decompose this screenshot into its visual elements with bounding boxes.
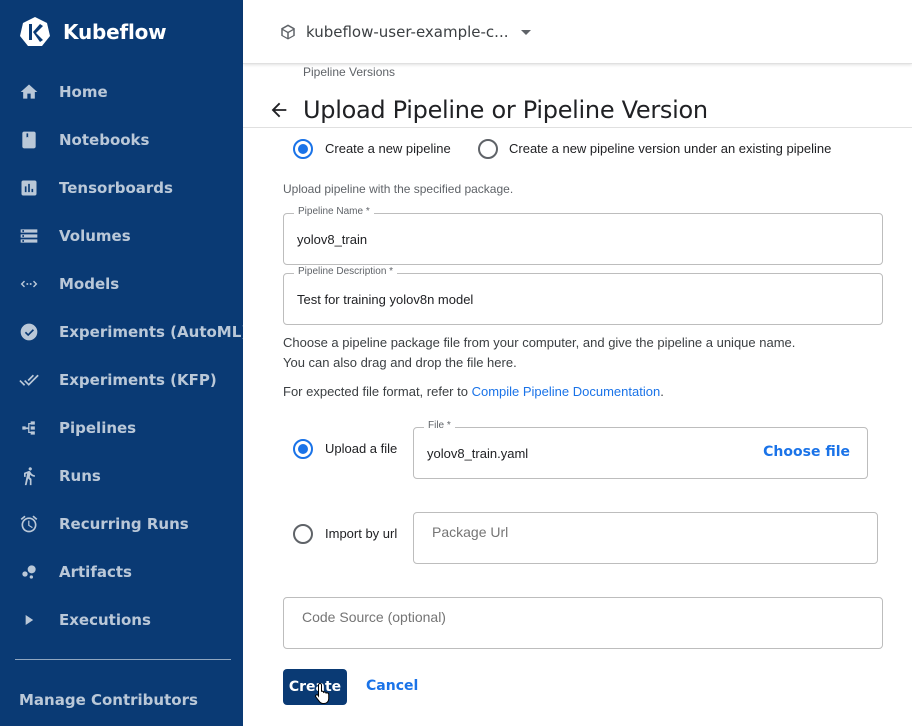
create-new-pipeline-label[interactable]: Create a new pipeline — [325, 141, 451, 156]
create-pipeline-version-label[interactable]: Create a new pipeline version under an e… — [509, 141, 831, 156]
import-by-url-radio[interactable] — [293, 524, 313, 544]
import-by-url-label[interactable]: Import by url — [325, 526, 397, 541]
play-arrow-icon — [18, 609, 40, 631]
title-divider — [243, 127, 912, 128]
package-url-placeholder: Package Url — [432, 524, 509, 540]
alarm-icon — [18, 513, 40, 535]
file-format-prefix: For expected file format, refer to — [283, 384, 472, 399]
running-icon — [18, 465, 40, 487]
file-field[interactable]: File * yolov8_train.yaml Choose file — [413, 420, 868, 479]
brand[interactable]: Kubeflow — [18, 14, 167, 50]
sidebar-item-artifacts[interactable]: Artifacts — [0, 548, 243, 596]
code-source-input[interactable]: Code Source (optional) — [283, 597, 883, 649]
sidebar-item-pipelines[interactable]: Pipelines — [0, 404, 243, 452]
instructions-line-1: Choose a pipeline package file from your… — [283, 335, 796, 350]
chevron-down-icon — [520, 29, 531, 35]
sidebar: Kubeflow Home Notebooks Tensorboards Vol… — [0, 0, 248, 726]
experiment-automl-icon — [18, 321, 40, 343]
sidebar-item-experiments-kfp[interactable]: Experiments (KFP) — [0, 356, 243, 404]
create-pipeline-version-radio[interactable] — [478, 139, 498, 159]
pipeline-description-label: Pipeline Description * — [294, 266, 398, 277]
breadcrumb[interactable]: Pipeline Versions — [303, 65, 395, 79]
sidebar-item-label: Notebooks — [59, 131, 150, 149]
sidebar-item-label: Home — [59, 83, 108, 101]
create-button[interactable]: Create — [283, 669, 347, 705]
home-icon — [18, 81, 40, 103]
sidebar-item-label: Tensorboards — [59, 179, 173, 197]
manage-contributors-link[interactable]: Manage Contributors — [19, 691, 198, 709]
arrow-back-icon — [271, 102, 287, 118]
namespace-name: kubeflow-user-example-c... — [306, 23, 509, 41]
tensorboard-icon — [18, 177, 40, 199]
cube-icon — [281, 24, 295, 40]
file-format-suffix: . — [660, 384, 664, 399]
cancel-button[interactable]: Cancel — [366, 678, 418, 694]
choose-file-button[interactable]: Choose file — [763, 444, 850, 460]
sidebar-item-label: Pipelines — [59, 419, 137, 437]
sidebar-item-tensorboards[interactable]: Tensorboards — [0, 164, 243, 212]
sidebar-item-label: Volumes — [59, 227, 131, 245]
pipeline-name-value: yolov8_train — [297, 232, 368, 247]
notebook-icon — [18, 129, 40, 151]
file-field-value: yolov8_train.yaml — [427, 446, 529, 461]
namespace-selector[interactable]: kubeflow-user-example-c... — [279, 20, 531, 44]
sidebar-item-executions[interactable]: Executions — [0, 596, 243, 644]
sidebar-item-label: Models — [59, 275, 120, 293]
page-title: Upload Pipeline or Pipeline Version — [303, 96, 708, 124]
pipeline-name-label: Pipeline Name * — [294, 206, 374, 217]
storage-icon — [18, 225, 40, 247]
pipeline-description-value: Test for training yolov8n model — [297, 292, 474, 307]
sidebar-divider — [15, 659, 231, 660]
upload-hint: Upload pipeline with the specified packa… — [283, 182, 514, 196]
file-field-label: File * — [424, 420, 455, 431]
pipeline-name-field[interactable]: Pipeline Name * yolov8_train — [283, 206, 883, 265]
file-format-help: For expected file format, refer to Compi… — [283, 384, 664, 399]
create-new-pipeline-radio[interactable] — [293, 139, 313, 159]
sidebar-item-label: Recurring Runs — [59, 515, 189, 533]
sidebar-item-recurring-runs[interactable]: Recurring Runs — [0, 500, 243, 548]
top-bar: kubeflow-user-example-c... — [243, 0, 912, 64]
pipeline-description-field[interactable]: Pipeline Description * Test for training… — [283, 266, 883, 325]
kubeflow-logo-icon — [20, 17, 50, 46]
compile-pipeline-docs-link[interactable]: Compile Pipeline Documentation — [472, 384, 661, 399]
app-root: Kubeflow Home Notebooks Tensorboards Vol… — [0, 0, 912, 726]
code-arrows-icon — [18, 273, 40, 295]
sidebar-item-volumes[interactable]: Volumes — [0, 212, 243, 260]
done-all-icon — [18, 369, 40, 391]
upload-file-label[interactable]: Upload a file — [325, 441, 397, 456]
upload-file-radio[interactable] — [293, 439, 313, 459]
bubbles-icon — [18, 561, 40, 583]
brand-name: Kubeflow — [63, 20, 167, 44]
sidebar-item-experiments-automl[interactable]: Experiments (AutoML) — [0, 308, 248, 356]
sidebar-item-home[interactable]: Home — [0, 68, 243, 116]
sidebar-item-label: Runs — [59, 467, 101, 485]
sidebar-item-label: Executions — [59, 611, 151, 629]
package-url-input[interactable]: Package Url — [413, 512, 878, 564]
sidebar-item-label: Experiments (KFP) — [59, 371, 217, 389]
instructions-line-2: You can also drag and drop the file here… — [283, 355, 517, 370]
sidebar-item-runs[interactable]: Runs — [0, 452, 243, 500]
sidebar-item-notebooks[interactable]: Notebooks — [0, 116, 243, 164]
sidebar-item-label: Experiments (AutoML) — [59, 323, 249, 341]
back-button[interactable] — [266, 97, 292, 123]
sidebar-item-models[interactable]: Models — [0, 260, 243, 308]
sidebar-item-label: Artifacts — [59, 563, 132, 581]
pipeline-icon — [18, 417, 40, 439]
code-source-placeholder: Code Source (optional) — [302, 609, 446, 625]
